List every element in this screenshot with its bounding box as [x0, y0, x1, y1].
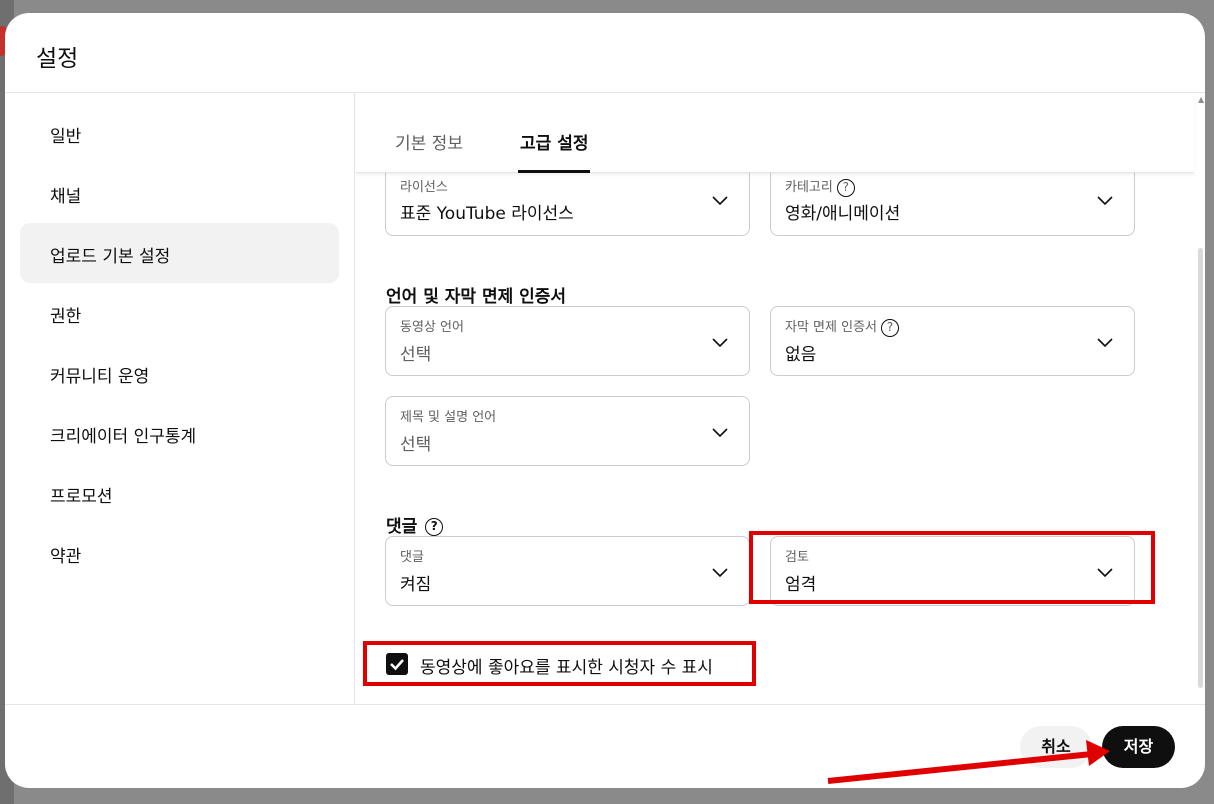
chevron-down-icon [1097, 196, 1113, 206]
sidebar-item-channel[interactable]: 채널 [20, 163, 339, 223]
sidebar-item-label: 채널 [50, 187, 82, 207]
sidebar-item-label: 업로드 기본 설정 [50, 247, 171, 267]
comments-label: 댓글 [400, 550, 424, 565]
sidebar-item-upload-defaults[interactable]: 업로드 기본 설정 [20, 223, 339, 283]
dialog-title: 설정 [36, 46, 79, 72]
comments-section-title-row: 댓글? [386, 512, 444, 537]
caption-certificate-value: 없음 [785, 345, 817, 365]
caption-certificate-label: 자막 면제 인증서 [785, 320, 877, 335]
help-icon[interactable]: ? [836, 178, 855, 197]
sidebar-item-label: 크리에이터 인구통계 [50, 427, 197, 447]
video-language-value: 선택 [400, 345, 432, 365]
sidebar-item-label: 커뮤니티 운영 [50, 367, 150, 387]
title-description-language-label: 제목 및 설명 언어 [400, 410, 497, 425]
comments-select[interactable]: 댓글 켜짐 [385, 536, 750, 606]
help-icon[interactable]: ? [881, 318, 899, 337]
license-label: 라이선스 [400, 180, 448, 195]
chevron-down-icon [712, 568, 728, 578]
sidebar-item-agreements[interactable]: 약관 [20, 523, 339, 583]
sidebar-item-label: 약관 [50, 547, 82, 567]
review-label: 검토 [785, 550, 809, 565]
save-button[interactable]: 저장 [1102, 726, 1175, 768]
chevron-down-icon [1097, 568, 1113, 578]
review-select[interactable]: 검토 엄격 [770, 536, 1135, 606]
help-icon[interactable]: ? [425, 518, 444, 536]
show-likes-checkbox[interactable] [386, 653, 408, 675]
video-language-select[interactable]: 동영상 언어 선택 [385, 306, 750, 376]
chevron-down-icon [712, 196, 728, 206]
caption-certificate-label-row: 자막 면제 인증서? [785, 316, 899, 337]
category-select[interactable]: 카테고리? 영화/애니메이션 [770, 170, 1135, 236]
sidebar-item-label: 일반 [50, 127, 82, 147]
sidebar-item-general[interactable]: 일반 [20, 103, 339, 163]
sidebar-item-label: 프로모션 [50, 487, 113, 507]
comments-section-title: 댓글 [386, 517, 418, 537]
comments-value: 켜짐 [400, 575, 432, 595]
settings-main: 기본 정보 고급 설정 ▲ 라이선스 표준 YouTube 라이선스 카테고리?… [356, 93, 1205, 704]
caption-certificate-select[interactable]: 자막 면제 인증서? 없음 [770, 306, 1135, 376]
category-label-row: 카테고리? [785, 176, 855, 197]
chevron-down-icon [1097, 338, 1113, 348]
dialog-footer: 취소 저장 [5, 704, 1205, 788]
category-label: 카테고리 [785, 180, 833, 195]
title-description-language-select[interactable]: 제목 및 설명 언어 선택 [385, 396, 750, 466]
video-language-label: 동영상 언어 [400, 320, 464, 335]
sidebar-item-community[interactable]: 커뮤니티 운영 [20, 343, 339, 403]
chevron-down-icon [712, 428, 728, 438]
sidebar-item-creator-demographics[interactable]: 크리에이터 인구통계 [20, 403, 339, 463]
sidebar-item-label: 권한 [50, 307, 82, 327]
dialog-header: 설정 [5, 13, 1205, 93]
tab-basic-info[interactable]: 기본 정보 [395, 129, 463, 154]
tab-advanced-settings[interactable]: 고급 설정 [520, 129, 588, 154]
scrollbar[interactable] [1198, 248, 1203, 688]
language-section-title: 언어 및 자막 면제 인증서 [386, 287, 567, 307]
license-value: 표준 YouTube 라이선스 [400, 204, 574, 224]
active-tab-indicator [518, 170, 590, 173]
review-value: 엄격 [785, 575, 817, 595]
tab-bar: 기본 정보 고급 설정 [356, 93, 1194, 173]
license-select[interactable]: 라이선스 표준 YouTube 라이선스 [385, 170, 750, 236]
scroll-up-icon[interactable]: ▲ [1198, 95, 1204, 104]
chevron-down-icon [712, 338, 728, 348]
settings-sidebar: 일반 채널 업로드 기본 설정 권한 커뮤니티 운영 크리에이터 인구통계 프로… [5, 93, 355, 704]
settings-dialog: 설정 일반 채널 업로드 기본 설정 권한 커뮤니티 운영 크리에이터 인구통계… [5, 13, 1205, 788]
sidebar-item-promotions[interactable]: 프로모션 [20, 463, 339, 523]
title-description-language-value: 선택 [400, 435, 432, 455]
show-likes-label: 동영상에 좋아요를 표시한 시청자 수 표시 [420, 658, 713, 678]
sidebar-item-permissions[interactable]: 권한 [20, 283, 339, 343]
checkmark-icon [390, 659, 404, 671]
cancel-button[interactable]: 취소 [1020, 726, 1092, 768]
category-value: 영화/애니메이션 [785, 204, 901, 224]
